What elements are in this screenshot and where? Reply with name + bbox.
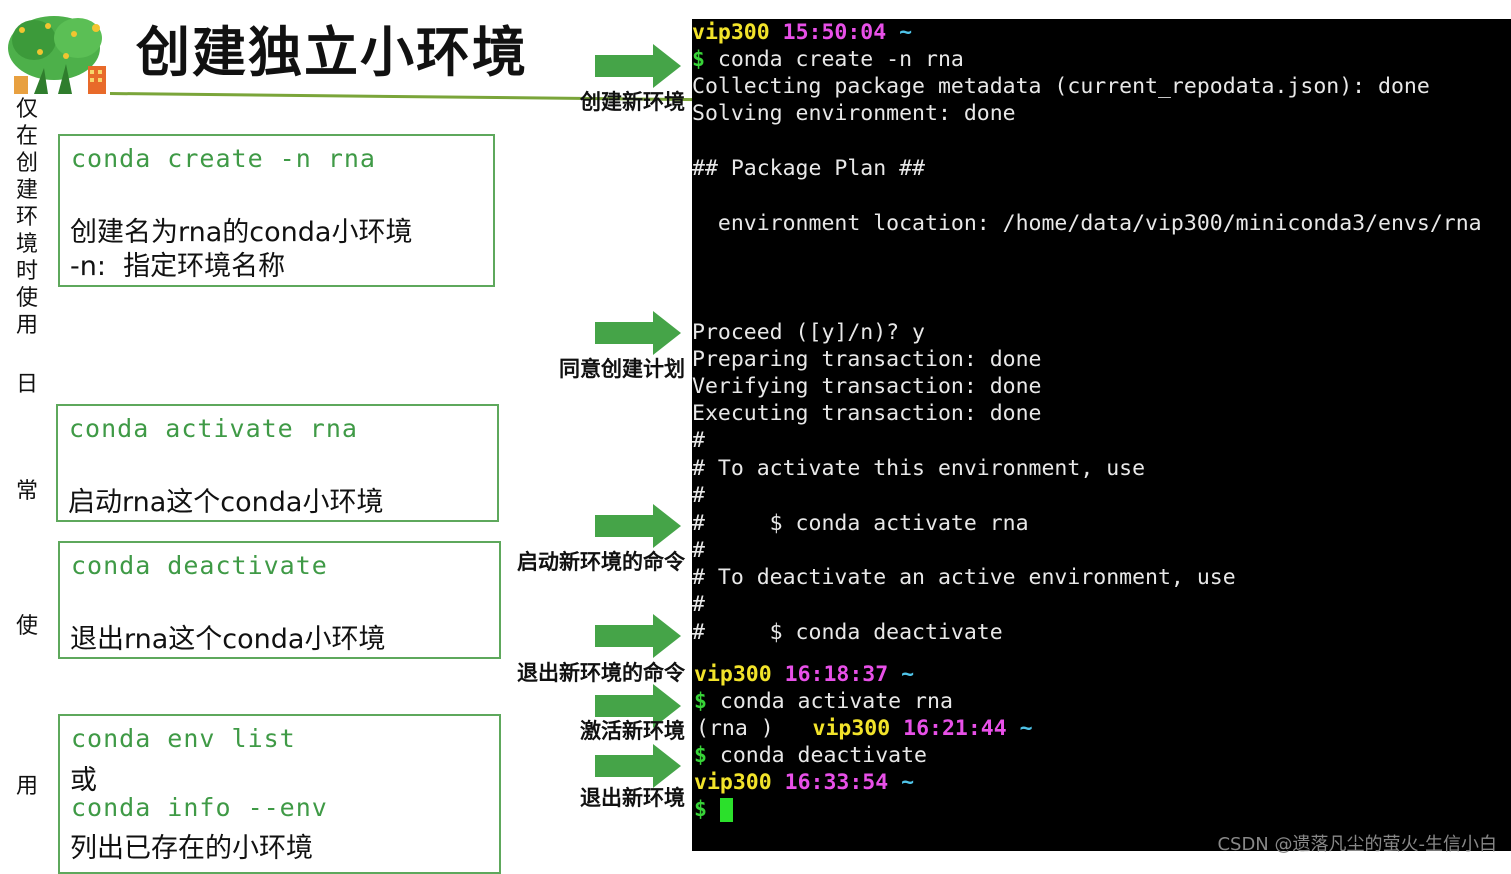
side-char: 仅	[15, 97, 38, 122]
list-env-box: conda env list 或 conda info --env 列出已存在的…	[58, 714, 501, 874]
side-char: 环	[15, 205, 38, 230]
terminal-line: $ conda create -n rna	[692, 46, 964, 73]
terminal-line: # $ conda deactivate	[692, 620, 1003, 645]
side-char: 时	[15, 259, 38, 284]
activate-env-description: 启动rna这个conda小环境	[68, 487, 384, 518]
terminal-line: $ conda deactivate	[694, 742, 927, 769]
terminal-line: #	[692, 592, 705, 617]
side-char: 日	[15, 372, 38, 397]
terminal-line: ## Package Plan ##	[692, 156, 925, 181]
arrow-label: 激活新环境	[580, 719, 685, 743]
terminal-line: Proceed ([y]/n)? y	[692, 320, 925, 345]
side-char: 用	[15, 313, 38, 338]
side-char: 境	[15, 232, 38, 257]
terminal-line: vip300 15:50:04 ~	[692, 19, 912, 46]
deactivate-env-description: 退出rna这个conda小环境	[70, 624, 386, 655]
terminal-line: Solving environment: done	[692, 101, 1016, 126]
terminal-line: vip300 16:18:37 ~	[694, 661, 914, 688]
terminal-command: conda deactivate	[706, 743, 928, 768]
terminal-line: # To activate this environment, use	[692, 456, 1146, 481]
terminal-line: Collecting package metadata (current_rep…	[692, 74, 1430, 99]
arrow-label: 退出新环境的命令	[517, 661, 685, 685]
prompt-tilde: ~	[901, 770, 915, 795]
prompt-symbol: $	[692, 47, 705, 72]
arrow-right-icon	[595, 311, 681, 355]
prompt-user: vip300	[694, 662, 772, 687]
arrow-right-icon	[595, 44, 681, 88]
prompt-user: vip300	[692, 20, 770, 45]
prompt-symbol: $	[694, 797, 707, 822]
prompt-user: vip300	[694, 770, 772, 795]
create-env-command: conda create -n rna	[71, 144, 376, 173]
prompt-tilde: ~	[1019, 716, 1033, 741]
side-char: 创	[15, 151, 38, 176]
side-char: 在	[15, 124, 38, 149]
side-char: 用	[15, 774, 38, 799]
prompt-symbol: $	[694, 743, 707, 768]
page-title: 创建独立小环境	[136, 21, 528, 84]
prompt-user: vip300	[812, 716, 891, 741]
terminal-cursor	[719, 798, 733, 822]
arrow-label: 同意创建计划	[559, 357, 685, 381]
terminal-line: #	[692, 428, 705, 453]
terminal-line: #	[692, 483, 705, 508]
env-indicator: (rna )	[696, 716, 774, 741]
terminal-line: (rna ) vip300 16:21:44 ~	[696, 715, 1033, 742]
terminal-line: vip300 16:33:54 ~	[694, 769, 914, 796]
terminal-window[interactable]: vip300 15:50:04 ~ $ conda create -n rna …	[692, 19, 1511, 851]
side-char: 建	[15, 178, 38, 203]
prompt-time: 16:18:37	[784, 662, 889, 687]
terminal-line: # $ conda activate rna	[692, 511, 1029, 536]
list-env-description: 列出已存在的小环境	[70, 833, 313, 864]
arrow-label: 退出新环境	[580, 786, 685, 810]
watermark: CSDN @遗落凡尘的萤火-生信小白	[1217, 834, 1497, 855]
terminal-command: conda activate rna	[706, 689, 953, 714]
deactivate-env-command: conda deactivate	[71, 551, 328, 580]
prompt-time: 16:33:54	[784, 770, 889, 795]
activate-env-box: conda activate rna 启动rna这个conda小环境	[56, 404, 499, 522]
terminal-line: # To deactivate an active environment, u…	[692, 565, 1236, 590]
side-char: 使	[15, 614, 38, 639]
prompt-tilde: ~	[899, 20, 913, 45]
terminal-line: $ conda activate rna	[694, 688, 953, 715]
env-list-command: conda env list	[71, 724, 296, 753]
deactivate-env-box: conda deactivate 退出rna这个conda小环境	[58, 541, 501, 659]
info-env-command: conda info --env	[71, 793, 328, 822]
terminal-line: #	[692, 538, 705, 563]
prompt-time: 16:21:44	[903, 716, 1007, 741]
arrow-right-icon	[595, 614, 681, 658]
terminal-line: Executing transaction: done	[692, 401, 1042, 426]
prompt-symbol: $	[694, 689, 707, 714]
terminal-line: environment location: /home/data/vip300/…	[692, 211, 1482, 236]
tree-logo-icon	[8, 16, 106, 94]
arrow-right-icon	[595, 504, 681, 548]
create-env-box: conda create -n rna 创建名为rna的conda小环境 -n:…	[58, 134, 495, 287]
create-env-flag-description: -n: 指定环境名称	[70, 251, 286, 282]
terminal-line[interactable]: $	[694, 796, 733, 823]
arrow-label: 启动新环境的命令	[517, 550, 685, 574]
terminal-command: conda create -n rna	[704, 47, 964, 72]
prompt-tilde: ~	[901, 662, 915, 687]
side-char: 常	[15, 479, 38, 504]
terminal-line: Verifying transaction: done	[692, 374, 1042, 399]
activate-env-command: conda activate rna	[69, 414, 358, 443]
or-text: 或	[70, 765, 97, 796]
terminal-line: Preparing transaction: done	[692, 347, 1042, 372]
arrow-label: 创建新环境	[580, 90, 685, 114]
side-char: 使	[15, 286, 38, 311]
prompt-time: 15:50:04	[782, 20, 887, 45]
